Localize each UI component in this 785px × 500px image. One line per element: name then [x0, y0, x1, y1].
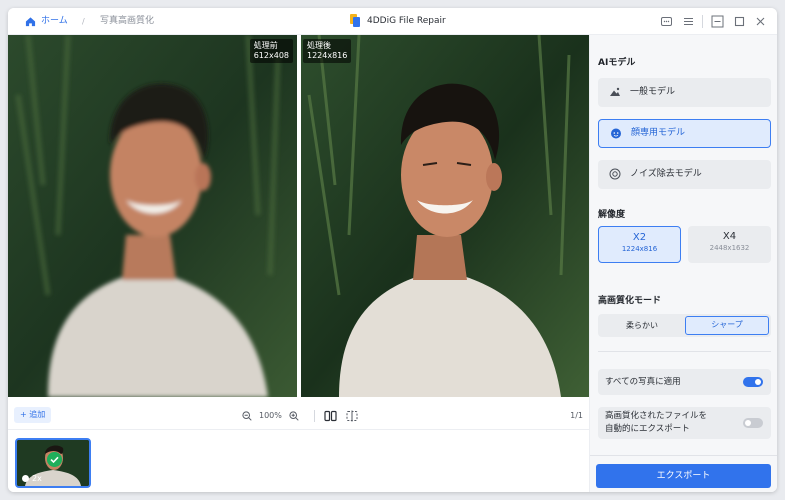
home-icon[interactable] — [25, 16, 36, 27]
app-logo-icon — [350, 14, 360, 27]
mode-soft-button[interactable]: 柔らかい — [600, 316, 684, 335]
resolution-x2-label: X2 — [632, 232, 647, 243]
face-icon — [22, 475, 29, 482]
feedback-icon[interactable] — [660, 15, 673, 28]
breadcrumb-home[interactable]: ホーム — [41, 8, 68, 35]
mode-sharp-button[interactable]: シャープ — [685, 316, 769, 335]
model-general-button[interactable]: 一般モデル — [598, 78, 771, 107]
denoise-icon — [609, 168, 621, 180]
auto-export-toggle[interactable] — [743, 418, 763, 428]
titlebar-divider — [702, 15, 703, 28]
resolution-x4-label: X4 — [722, 231, 737, 242]
add-photo-button[interactable]: + 追加 — [14, 407, 52, 423]
title-bar: ホーム / 写真高画質化 4DDiG File Repair — [8, 8, 777, 35]
enhance-mode-group: 柔らかい シャープ — [598, 314, 771, 337]
toolbar-divider — [314, 410, 315, 422]
photo-thumbnail[interactable]: 2x — [15, 438, 91, 488]
page-count: 1/1 — [570, 411, 583, 420]
panel-footer-divider — [590, 455, 777, 456]
enhance-mode-title: 高画質化モード — [598, 296, 662, 306]
apply-all-row: すべての写真に適用 — [598, 369, 771, 395]
resolution-title: 解像度 — [598, 210, 626, 220]
thumbnail-scale-badge: 2x — [22, 474, 42, 483]
breadcrumb-separator: / — [82, 17, 85, 26]
thumbnail-strip: 2x — [8, 431, 589, 492]
after-label: 処理後 — [307, 41, 331, 50]
minimize-icon[interactable] — [711, 15, 724, 28]
panel-divider — [598, 351, 771, 352]
resolution-x2-dims: 1224x816 — [621, 245, 658, 253]
zoom-level: 100% — [259, 411, 282, 420]
check-icon — [47, 452, 62, 467]
apply-all-toggle[interactable] — [743, 377, 763, 387]
photo-before: 処理前 612x408 — [8, 35, 297, 397]
toggle-knob — [745, 420, 751, 426]
settings-panel: AIモデル 一般モデル 顔専用モデル ノイズ除去モデル 解像度 X2 1224x… — [589, 35, 777, 492]
zoom-out-icon[interactable] — [242, 411, 252, 421]
resolution-x4-button[interactable]: X4 2448x1632 — [688, 226, 771, 263]
model-general-label: 一般モデル — [630, 87, 676, 97]
landscape-icon — [610, 87, 620, 96]
face-icon — [611, 128, 621, 139]
auto-export-label-line1: 高画質化されたファイルを — [605, 411, 708, 421]
after-tag: 処理後 1224x816 — [303, 39, 352, 63]
before-tag: 処理前 612x408 — [249, 39, 293, 63]
model-face-button[interactable]: 顔専用モデル — [598, 119, 771, 148]
split-view-icon[interactable] — [346, 410, 358, 422]
toggle-knob — [755, 379, 761, 385]
resolution-x4-dims: 2448x1632 — [709, 244, 750, 252]
side-by-side-icon[interactable] — [324, 410, 337, 422]
portrait-image-before — [8, 35, 297, 397]
ai-model-title: AIモデル — [598, 58, 636, 68]
viewer-toolbar: + 追加 100% 1/1 — [8, 397, 589, 430]
thumbnail-scale: 2x — [32, 474, 42, 483]
model-denoise-label: ノイズ除去モデル — [630, 169, 702, 179]
model-denoise-button[interactable]: ノイズ除去モデル — [598, 160, 771, 189]
menu-icon[interactable] — [682, 15, 695, 28]
maximize-icon[interactable] — [733, 15, 746, 28]
model-face-label: 顔専用モデル — [631, 128, 686, 138]
after-size: 1224x816 — [307, 51, 348, 60]
portrait-image-after — [301, 35, 589, 397]
app-window: ホーム / 写真高画質化 4DDiG File Repair 処理前 612x4… — [8, 8, 777, 492]
export-button[interactable]: エクスポート — [596, 464, 771, 488]
before-size: 612x408 — [253, 51, 289, 60]
close-icon[interactable] — [754, 15, 767, 28]
breadcrumb-current-page: 写真高画質化 — [100, 16, 155, 26]
image-viewer: 処理前 612x408 処理後 1224x816 — [8, 35, 589, 397]
resolution-x2-button[interactable]: X2 1224x816 — [598, 226, 681, 263]
app-title: 4DDiG File Repair — [367, 16, 446, 26]
auto-export-label-line2: 自動的にエクスポート — [605, 424, 690, 434]
photo-after: 処理後 1224x816 — [301, 35, 589, 397]
before-label: 処理前 — [253, 41, 278, 50]
apply-all-label: すべての写真に適用 — [605, 377, 681, 387]
auto-export-row: 高画質化されたファイルを 自動的にエクスポート — [598, 407, 771, 439]
zoom-in-icon[interactable] — [289, 411, 299, 421]
